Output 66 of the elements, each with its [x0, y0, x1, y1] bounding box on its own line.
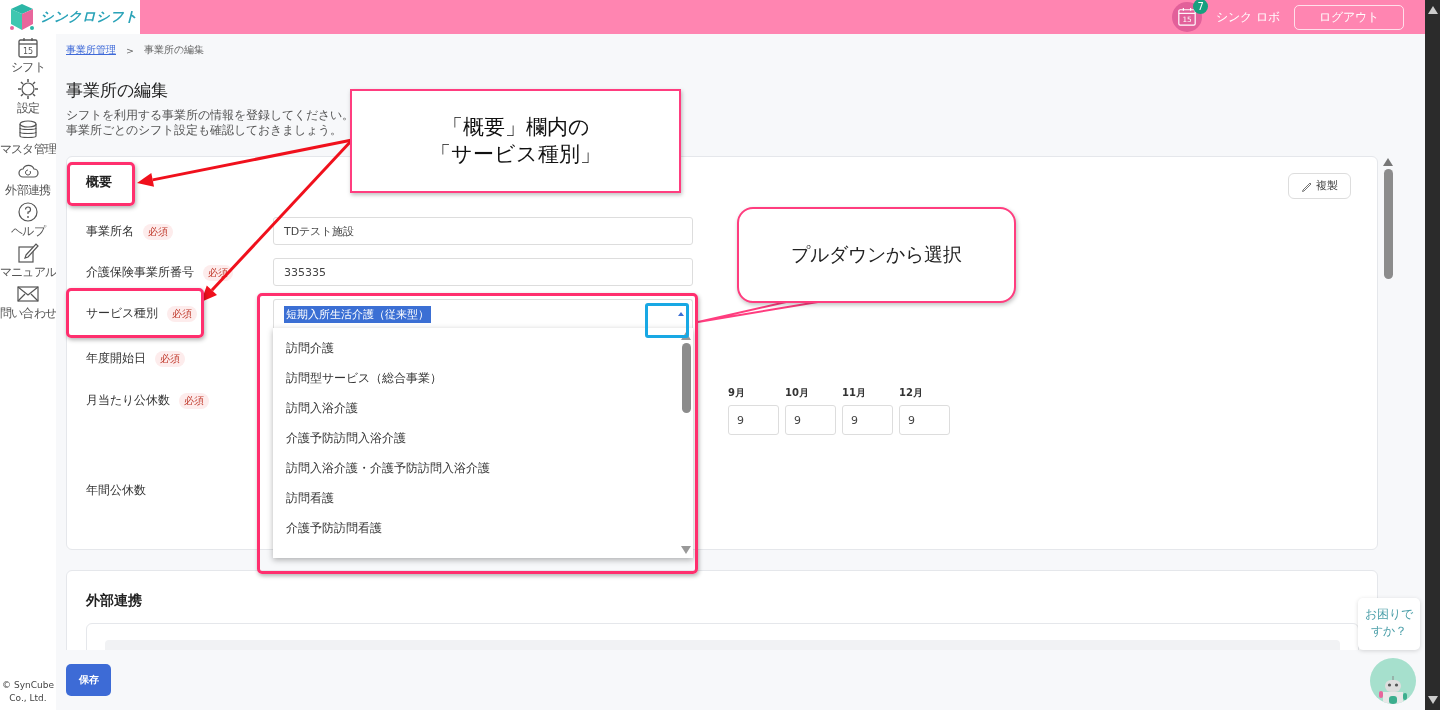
month-label: 10月	[785, 386, 810, 400]
page-description: シフトを利用する事業所の情報を登録してください。 事業所ごとのシフト設定も確認しておきましょう。	[66, 108, 354, 138]
notification-badge: 7	[1193, 0, 1209, 14]
sidebar-item[interactable]: ヘルプ	[0, 201, 56, 242]
highlight-frame	[67, 162, 135, 206]
callout-text: 「サービス種別」	[430, 141, 601, 168]
sidebar-item[interactable]: マニュアル	[0, 242, 56, 283]
field-label: 事業所名	[86, 223, 134, 240]
edit-icon	[17, 242, 39, 264]
month-field[interactable]: 9	[842, 405, 893, 435]
save-button[interactable]: 保存	[66, 664, 111, 696]
copyright-text: © SynCube Co., Ltd.	[1, 679, 55, 705]
required-tag: 必須	[179, 392, 209, 409]
dropdown-option[interactable]: 介護予防訪問看護	[273, 513, 679, 543]
dropdown-option[interactable]: 訪問介護	[273, 333, 679, 363]
dropdown-option[interactable]: 訪問型サービス（総合事業）	[273, 363, 679, 393]
help-icon	[17, 201, 39, 223]
page-title: 事業所の編集	[66, 79, 169, 102]
sidebar-item[interactable]: マスタ管理	[0, 119, 56, 160]
text-field[interactable]: 335335	[273, 258, 693, 286]
month-field[interactable]: 9	[899, 405, 950, 435]
calendar-icon: 15	[17, 37, 39, 59]
month-label: 12月	[899, 386, 924, 400]
gear-icon	[17, 78, 39, 100]
breadcrumb-separator: >	[126, 45, 134, 56]
scrollbar-thumb[interactable]	[1383, 169, 1393, 279]
section-title: 外部連携	[86, 591, 143, 610]
callout-text: 「概要」欄内の	[441, 114, 590, 141]
logo-text: シンクロシフト	[40, 8, 138, 26]
month-field[interactable]: 9	[728, 405, 779, 435]
mail-icon	[17, 283, 39, 305]
copy-button[interactable]: 複製	[1288, 173, 1351, 199]
scroll-up-icon[interactable]	[1383, 158, 1393, 166]
caret-up-icon	[678, 312, 684, 316]
required-tag: 必須	[167, 305, 197, 322]
scroll-up-icon[interactable]	[1427, 6, 1438, 14]
dropdown-option[interactable]: 訪問看護	[273, 483, 679, 513]
dropdown-option[interactable]: 介護予防訪問入浴介護	[273, 423, 679, 453]
field-label: 年間公休数	[86, 482, 146, 499]
section-title: 概要	[86, 173, 112, 191]
robot-icon	[1377, 673, 1409, 704]
dropdown-option[interactable]: 訪問入浴介護	[273, 393, 679, 423]
breadcrumb-link[interactable]: 事業所管理	[66, 44, 116, 57]
scroll-down-icon[interactable]	[1427, 696, 1438, 704]
field-label: サービス種別	[86, 305, 158, 322]
database-icon	[17, 119, 39, 141]
sidebar-item[interactable]: 15 シフト	[0, 37, 56, 78]
sidebar-item[interactable]: 外部連携	[0, 160, 56, 201]
month-label: 11月	[842, 386, 867, 400]
sidebar-item[interactable]: 設定	[0, 78, 56, 119]
cube-logo-icon	[8, 2, 36, 32]
month-field[interactable]: 9	[785, 405, 836, 435]
sidebar-item[interactable]: 問い合わせ	[0, 283, 56, 324]
month-label: 9月	[728, 386, 746, 400]
dropdown-option[interactable]: 訪問入浴介護・介護予防訪問入浴介護	[273, 453, 679, 483]
field-label: 介護保険事業所番号	[86, 264, 194, 281]
field-label: 月当たり公休数	[86, 392, 170, 409]
user-name: シンク ロボ	[1216, 8, 1280, 26]
required-tag: 必須	[155, 350, 185, 367]
field-label: 年度開始日	[86, 350, 146, 367]
scrollbar-thumb[interactable]	[681, 343, 691, 413]
pencil-icon	[1301, 180, 1313, 192]
help-bubble: お困りですか？	[1358, 598, 1420, 650]
required-tag: 必須	[143, 223, 173, 240]
text-field[interactable]: TDテスト施設	[273, 217, 693, 245]
breadcrumb-current: 事業所の編集	[143, 44, 204, 57]
